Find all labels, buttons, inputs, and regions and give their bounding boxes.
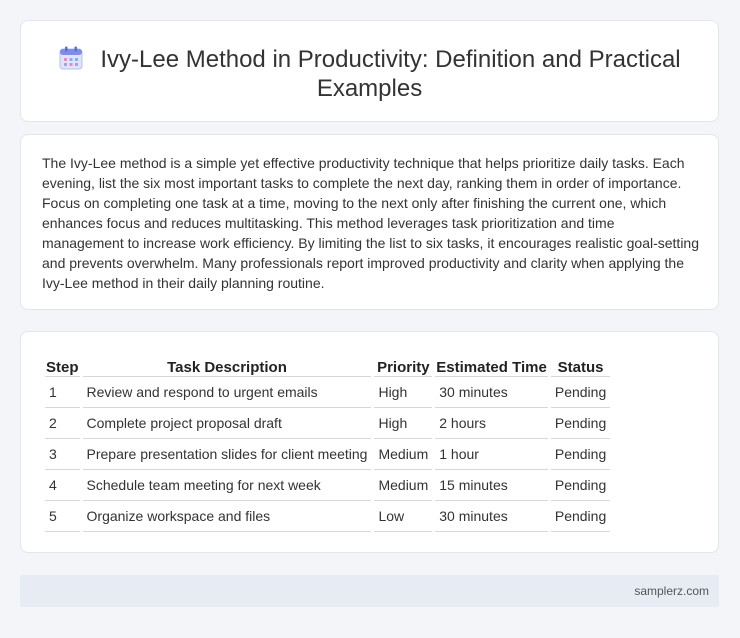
- column-header-status: Status: [550, 352, 611, 377]
- column-header-step: Step: [45, 352, 80, 377]
- column-header-estimated-time: Estimated Time: [435, 352, 548, 377]
- intro-paragraph: The Ivy-Lee method is a simple yet effec…: [42, 155, 699, 291]
- cell-status: Pending: [550, 439, 611, 470]
- cell-time: 15 minutes: [435, 470, 548, 501]
- column-header-priority: Priority: [374, 352, 433, 377]
- cell-time: 1 hour: [435, 439, 548, 470]
- cell-step: 1: [45, 377, 80, 408]
- footer-bar: samplerz.com: [20, 575, 719, 607]
- cell-status: Pending: [550, 470, 611, 501]
- cell-time: 2 hours: [435, 408, 548, 439]
- table-card: Step Task Description Priority Estimated…: [20, 331, 719, 553]
- cell-time: 30 minutes: [435, 501, 548, 532]
- title-card: Ivy-Lee Method in Productivity: Definiti…: [20, 20, 719, 122]
- table-row: 1 Review and respond to urgent emails Hi…: [45, 377, 611, 408]
- cell-status: Pending: [550, 377, 611, 408]
- cell-priority: Medium: [374, 439, 433, 470]
- cell-status: Pending: [550, 501, 611, 532]
- calendar-icon: [59, 46, 83, 70]
- table-row: 3 Prepare presentation slides for client…: [45, 439, 611, 470]
- cell-step: 3: [45, 439, 80, 470]
- table-row: 4 Schedule team meeting for next week Me…: [45, 470, 611, 501]
- cell-priority: High: [374, 377, 433, 408]
- cell-step: 5: [45, 501, 80, 532]
- table-row: 2 Complete project proposal draft High 2…: [45, 408, 611, 439]
- column-header-task-description: Task Description: [82, 352, 372, 377]
- cell-priority: Low: [374, 501, 433, 532]
- cell-time: 30 minutes: [435, 377, 548, 408]
- footer-site-link[interactable]: samplerz.com: [634, 584, 709, 598]
- cell-step: 4: [45, 470, 80, 501]
- cell-task: Prepare presentation slides for client m…: [82, 439, 372, 470]
- table-row: 5 Organize workspace and files Low 30 mi…: [45, 501, 611, 532]
- cell-step: 2: [45, 408, 80, 439]
- cell-task: Organize workspace and files: [82, 501, 372, 532]
- intro-card: The Ivy-Lee method is a simple yet effec…: [20, 134, 719, 310]
- cell-priority: Medium: [374, 470, 433, 501]
- cell-task: Review and respond to urgent emails: [82, 377, 372, 408]
- page-title: Ivy-Lee Method in Productivity: Definiti…: [100, 46, 681, 102]
- cell-priority: High: [374, 408, 433, 439]
- task-table: Step Task Description Priority Estimated…: [42, 352, 613, 532]
- cell-task: Complete project proposal draft: [82, 408, 372, 439]
- cell-task: Schedule team meeting for next week: [82, 470, 372, 501]
- cell-status: Pending: [550, 408, 611, 439]
- table-header-row: Step Task Description Priority Estimated…: [45, 352, 611, 377]
